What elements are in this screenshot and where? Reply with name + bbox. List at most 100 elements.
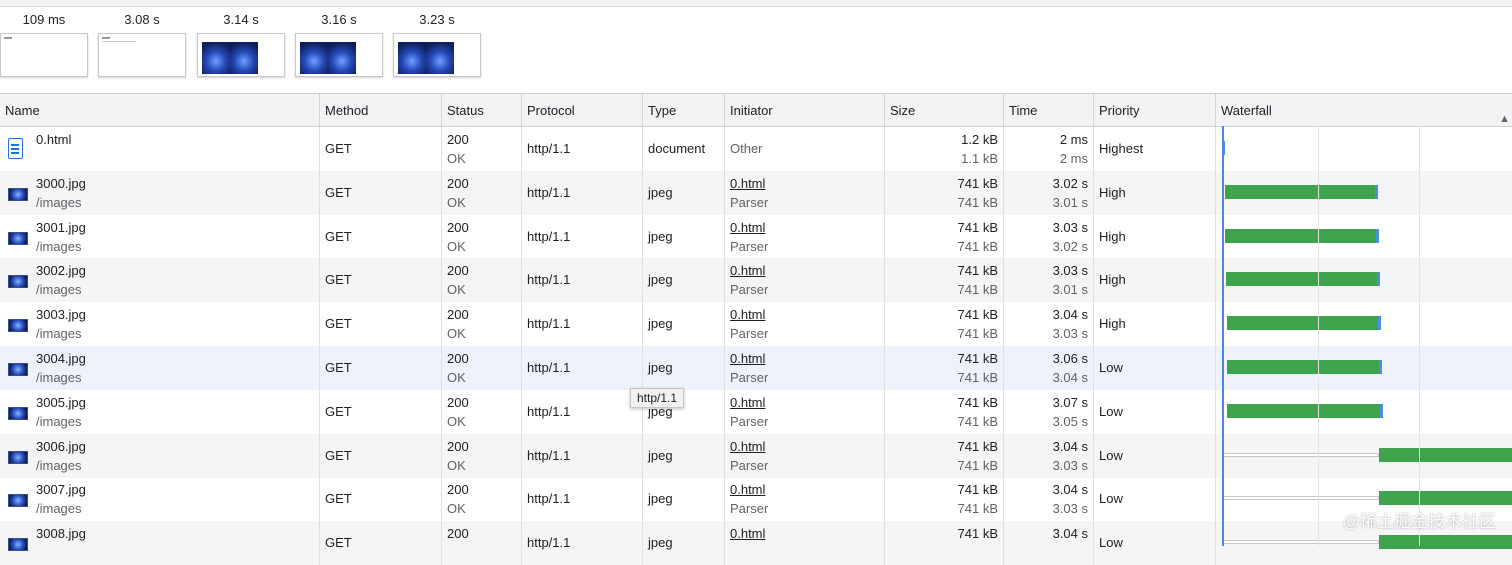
table-row[interactable]: 3000.jpg/images GET 200 OK http/1.1 jpeg 0.htm…: [0, 170, 1512, 215]
size-cell: 1.2 kB 1.1 kB: [885, 127, 1004, 171]
request-name[interactable]: 3006.jpg: [36, 439, 86, 454]
frame-timestamp: 3.08 s: [124, 12, 160, 27]
latency-time: 3.04 s: [1052, 370, 1088, 385]
priority-cell: Highest: [1094, 127, 1216, 171]
request-name[interactable]: 3000.jpg: [36, 176, 86, 191]
time-cell: 3.06 s 3.04 s: [1004, 346, 1094, 390]
initiator-link[interactable]: 0.html: [730, 439, 765, 454]
image-icon: [8, 275, 28, 289]
column-header-priority[interactable]: Priority: [1094, 94, 1216, 126]
waterfall-download-segment: [1379, 360, 1382, 374]
priority-value: Low: [1099, 447, 1123, 463]
protocol-value: http/1.1: [527, 360, 571, 375]
protocol-cell: http/1.1: [522, 433, 643, 478]
status-cell: 200 OK: [442, 477, 522, 522]
waterfall-bar[interactable]: [1227, 316, 1379, 331]
latency-time: 3.03 s: [1052, 501, 1088, 517]
table-row[interactable]: 0.html GET 200 OK http/1.1 document Other 1.2 k…: [0, 127, 1512, 171]
frame-thumbnail: [98, 33, 186, 77]
waterfall-bar[interactable]: [1379, 535, 1512, 550]
frame-thumbnail: [393, 33, 481, 77]
time-cell: 2 ms 2 ms: [1004, 127, 1094, 171]
method-value: GET: [325, 272, 352, 288]
table-row[interactable]: 3002.jpg/images GET 200 OK http/1.1 jpeg 0.htm…: [0, 258, 1512, 303]
column-header-initiator[interactable]: Initiator: [725, 94, 885, 126]
protocol-value: http/1.1: [527, 403, 571, 419]
status-text: OK: [447, 501, 466, 517]
initiator-link[interactable]: 0.html: [730, 307, 765, 322]
status-code: 200: [447, 307, 469, 323]
table-row[interactable]: 3003.jpg/images GET 200 OK http/1.1 jpeg 0.htm…: [0, 302, 1512, 347]
priority-cell: Low: [1094, 433, 1216, 478]
total-time: 2 ms: [1059, 132, 1088, 147]
protocol-value: http/1.1: [527, 447, 571, 463]
frame-thumbnail: [0, 33, 88, 77]
column-header-size[interactable]: Size: [885, 94, 1004, 126]
transfer-size: 1.2 kB: [961, 132, 998, 147]
table-row[interactable]: 3006.jpg/images GET 200 OK http/1.1 jpeg 0.htm…: [0, 433, 1512, 478]
initiator-link[interactable]: 0.html: [730, 526, 765, 541]
request-name[interactable]: 3005.jpg: [36, 395, 86, 410]
column-header-name[interactable]: Name: [0, 94, 320, 126]
initiator-link[interactable]: 0.html: [730, 220, 765, 235]
initiator-cell: 0.html Parser: [725, 433, 885, 478]
waterfall-gridline: [1419, 126, 1420, 546]
time-cell: 3.04 s 3.03 s: [1004, 477, 1094, 522]
type-value: jpeg: [648, 272, 673, 288]
status-cell: 200 OK: [442, 127, 522, 171]
protocol-tooltip: http/1.1: [630, 388, 685, 408]
size-cell: 741 kB 741 kB: [885, 346, 1004, 390]
initiator-link[interactable]: 0.html: [730, 176, 765, 191]
status-cell: 200 OK: [442, 214, 522, 259]
waterfall-bar[interactable]: [1226, 272, 1378, 287]
column-header-time[interactable]: Time: [1004, 94, 1094, 126]
request-name[interactable]: 3003.jpg: [36, 307, 86, 322]
initiator-cell: 0.html Parser: [725, 302, 885, 347]
time-cell: 3.02 s 3.01 s: [1004, 170, 1094, 215]
waterfall-bar[interactable]: [1225, 184, 1376, 199]
table-row[interactable]: 3008.jpg GET 200 http/1.1 jpeg 0.html 741 kB 3.…: [0, 521, 1512, 565]
resource-size: 741 kB: [957, 413, 998, 429]
transfer-size: 741 kB: [957, 219, 998, 235]
column-header-status[interactable]: Status: [442, 94, 522, 126]
initiator-link[interactable]: 0.html: [730, 395, 765, 410]
column-header-protocol[interactable]: Protocol: [522, 94, 643, 126]
priority-value: Low: [1099, 491, 1123, 507]
frame-timestamp: 3.23 s: [419, 12, 455, 27]
image-icon: [8, 231, 28, 245]
table-row[interactable]: 3004.jpg/images GET 200 OK http/1.1 jpeg 0.htm…: [0, 346, 1512, 390]
protocol-cell: http/1.1: [522, 521, 643, 565]
request-name[interactable]: 3008.jpg: [36, 526, 86, 541]
request-name[interactable]: 3002.jpg: [36, 263, 86, 278]
status-cell: 200 OK: [442, 170, 522, 215]
transfer-size: 741 kB: [957, 263, 998, 279]
waterfall-bar[interactable]: [1227, 403, 1380, 418]
waterfall-bar[interactable]: [1379, 491, 1512, 506]
waterfall-dom-content-loaded-line: [1222, 126, 1224, 546]
request-name[interactable]: 0.html: [36, 132, 71, 147]
initiator-link[interactable]: 0.html: [730, 351, 765, 366]
waterfall-bar[interactable]: [1225, 228, 1377, 243]
total-time: 3.03 s: [1052, 263, 1088, 279]
method-cell: GET: [320, 127, 442, 171]
image-icon: [8, 363, 28, 376]
table-row[interactable]: 3005.jpg/images GET 200 OK http/1.1 jpeg 0.htm…: [0, 389, 1512, 434]
method-value: GET: [325, 228, 352, 244]
priority-value: High: [1099, 272, 1126, 288]
request-name[interactable]: 3001.jpg: [36, 220, 86, 235]
table-row[interactable]: 3007.jpg/images GET 200 OK http/1.1 jpeg 0.htm…: [0, 477, 1512, 522]
waterfall-bar[interactable]: [1379, 447, 1512, 462]
image-icon: [8, 406, 28, 420]
name-cell: 3004.jpg/images: [0, 346, 320, 390]
column-header-waterfall[interactable]: Waterfall ▲: [1216, 94, 1512, 126]
column-header-method[interactable]: Method: [320, 94, 442, 126]
column-header-type[interactable]: Type: [643, 94, 725, 126]
table-row[interactable]: 3001.jpg/images GET 200 OK http/1.1 jpeg 0.htm…: [0, 214, 1512, 259]
request-name[interactable]: 3007.jpg: [36, 482, 86, 497]
total-time: 3.04 s: [1052, 307, 1088, 323]
priority-value: Highest: [1099, 141, 1144, 156]
initiator-link[interactable]: 0.html: [730, 263, 765, 278]
initiator-link[interactable]: 0.html: [730, 482, 765, 497]
request-name[interactable]: 3004.jpg: [36, 351, 86, 366]
waterfall-bar[interactable]: [1227, 360, 1380, 374]
